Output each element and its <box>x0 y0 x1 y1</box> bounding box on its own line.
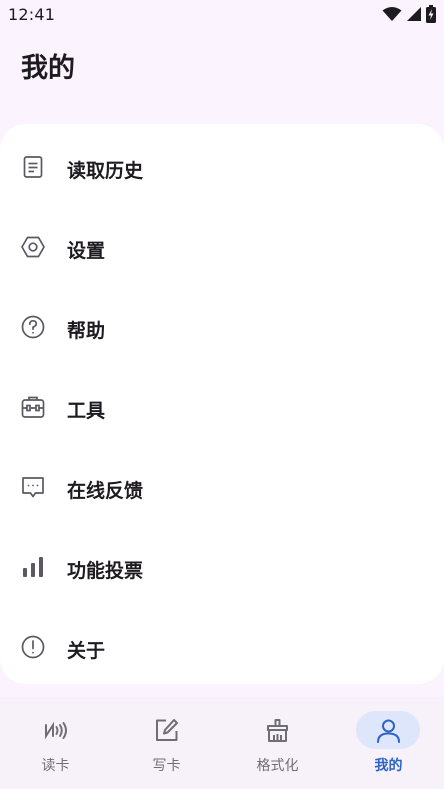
status-bar: 12:41 <box>0 0 444 30</box>
page-title: 我的 <box>21 53 75 84</box>
menu-item-settings[interactable]: 设置 <box>0 206 444 286</box>
nav-label: 读卡 <box>41 758 70 774</box>
person-icon <box>375 717 402 744</box>
help-icon <box>20 314 46 340</box>
settings-icon <box>20 234 46 260</box>
menu-item-label: 功能投票 <box>67 560 144 582</box>
menu-item-help[interactable]: 帮助 <box>0 286 444 366</box>
menu-item-feedback[interactable]: 在线反馈 <box>0 446 444 526</box>
nav-item-read-card[interactable]: 读卡 <box>0 697 111 789</box>
menu-item-read-history[interactable]: 读取历史 <box>0 126 444 206</box>
info-icon <box>20 634 46 660</box>
nav-label: 我的 <box>374 758 403 774</box>
bar-chart-icon <box>20 554 46 580</box>
bottom-navigation: 读卡 写卡 格式化 我的 <box>0 697 444 789</box>
cellular-signal-icon <box>406 6 422 22</box>
menu-item-label: 在线反馈 <box>67 480 144 502</box>
wifi-icon <box>382 6 402 22</box>
menu-item-tools[interactable]: 工具 <box>0 366 444 446</box>
brush-icon <box>264 717 291 744</box>
menu-item-label: 设置 <box>67 240 106 262</box>
menu-item-label: 工具 <box>67 400 106 422</box>
document-icon <box>20 154 46 180</box>
battery-charging-icon <box>426 5 436 23</box>
menu-item-feature-vote[interactable]: 功能投票 <box>0 526 444 606</box>
status-time: 12:41 <box>8 5 56 24</box>
status-icons <box>382 5 436 23</box>
menu-item-about[interactable]: 关于 <box>0 606 444 686</box>
menu-item-label: 关于 <box>67 640 106 662</box>
nav-item-mine[interactable]: 我的 <box>333 697 444 789</box>
menu-card: 读取历史 设置 帮助 工具 在线反馈 功能投票 关于 <box>0 124 444 684</box>
nav-label: 格式化 <box>256 758 299 774</box>
nav-label: 写卡 <box>152 758 181 774</box>
toolbox-icon <box>20 394 46 420</box>
nfc-icon <box>42 717 69 744</box>
menu-item-label: 读取历史 <box>67 160 144 182</box>
nav-item-format[interactable]: 格式化 <box>222 697 333 789</box>
nav-item-write-card[interactable]: 写卡 <box>111 697 222 789</box>
my-page-screen: 12:41 我的 读取历史 设置 帮助 工具 在线反馈 功能投票 关于 读卡 写… <box>0 0 444 789</box>
edit-icon <box>153 717 180 744</box>
menu-item-label: 帮助 <box>67 320 106 342</box>
feedback-icon <box>20 474 46 500</box>
